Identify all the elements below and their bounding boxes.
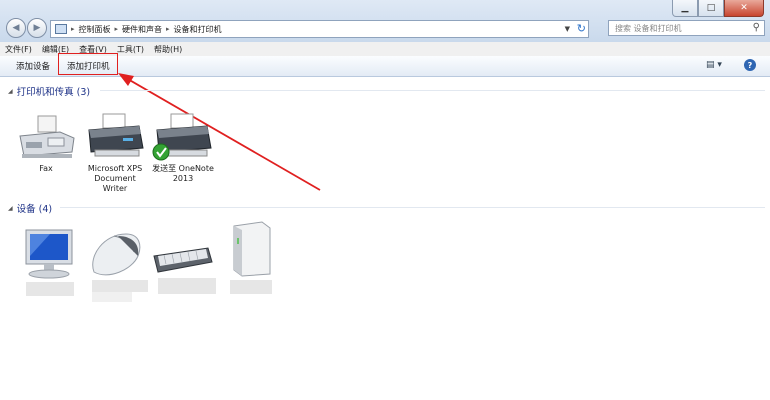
- fax-icon: [19, 115, 75, 158]
- printer-label-onenote: 发送至 OneNote 2013: [152, 164, 214, 183]
- printer-item-xps[interactable]: Microsoft XPS Document Writer: [83, 112, 147, 194]
- group-divider: [100, 90, 765, 91]
- blurred-label: [92, 280, 148, 292]
- annotation-arrow: [118, 73, 321, 191]
- printer-label-fax: Fax: [39, 164, 53, 173]
- device-item-mouse[interactable]: [84, 226, 148, 276]
- printers-group-header[interactable]: ◢ 打印机和传真 (3): [8, 84, 90, 98]
- blurred-label: [92, 292, 132, 302]
- collapse-triangle-icon[interactable]: ◢: [8, 88, 13, 95]
- printer-label-xps: Microsoft XPS Document Writer: [87, 164, 143, 193]
- keyboard-icon: [153, 247, 213, 273]
- printers-group-title: 打印机和传真 (3): [16, 87, 91, 98]
- blurred-label: [230, 280, 272, 294]
- group-divider: [60, 207, 765, 208]
- printer-item-onenote[interactable]: 发送至 OneNote 2013: [151, 112, 215, 184]
- printer-default-icon: [152, 113, 212, 161]
- printer-icon: [88, 113, 144, 157]
- collapse-triangle-icon[interactable]: ◢: [8, 205, 13, 212]
- monitor-icon: [25, 229, 73, 279]
- device-item-keyboard[interactable]: [150, 226, 214, 276]
- blurred-label: [158, 278, 216, 294]
- external-drive-icon: [233, 221, 271, 277]
- device-item-drive[interactable]: [222, 220, 286, 278]
- printer-item-fax[interactable]: Fax: [14, 112, 78, 174]
- mouse-icon: [92, 233, 141, 276]
- blurred-label: [26, 282, 74, 296]
- device-item-monitor[interactable]: [20, 226, 84, 279]
- devices-group-title: 设备 (4): [16, 204, 53, 215]
- devices-group-header[interactable]: ◢ 设备 (4): [8, 201, 52, 215]
